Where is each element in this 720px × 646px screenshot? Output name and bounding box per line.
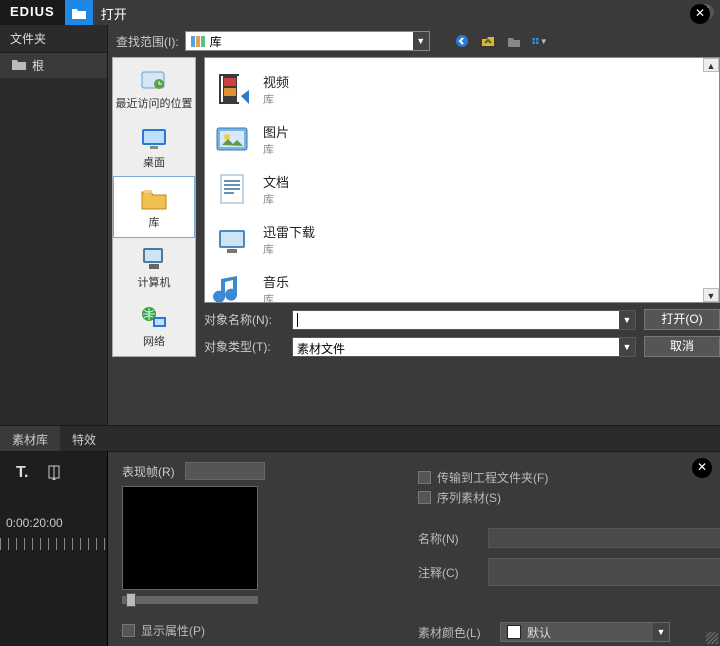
clipcolor-value: 默认 xyxy=(527,624,551,641)
item-name: 音乐 xyxy=(263,272,289,291)
place-label: 库 xyxy=(149,214,160,230)
list-item[interactable]: 视频库 xyxy=(209,64,715,114)
item-sub: 库 xyxy=(263,191,289,207)
list-item[interactable]: 图片库 xyxy=(209,114,715,164)
filename-combo[interactable]: ▼ xyxy=(292,310,636,330)
item-name: 文档 xyxy=(263,172,289,191)
repre-label: 表现帧(R) xyxy=(122,463,175,480)
timeline-ruler[interactable] xyxy=(0,538,108,550)
music-library-icon xyxy=(213,270,253,303)
file-list[interactable]: ▲ 视频库 图片库 文档库 迅雷下载库 xyxy=(204,57,720,303)
app-name: EDIUS xyxy=(0,0,65,25)
panel-close-button[interactable]: ✕ xyxy=(690,4,710,24)
nav-newfolder-icon[interactable] xyxy=(506,33,522,49)
place-label: 最近访问的位置 xyxy=(116,95,193,111)
color-swatch xyxy=(507,625,521,639)
nav-back-icon[interactable] xyxy=(454,33,470,49)
scroll-up-button[interactable]: ▲ xyxy=(703,58,719,72)
nav-up-icon[interactable] xyxy=(480,33,496,49)
place-desktop[interactable]: 桌面 xyxy=(113,117,195,176)
folder-icon xyxy=(12,58,26,73)
list-item[interactable]: 文档库 xyxy=(209,164,715,214)
dialog-title-bar: 打开 ✕ xyxy=(93,0,720,25)
lower-left-panel: T. 0:00:20:00 xyxy=(0,452,108,646)
bottom-tabs: 素材库 特效 xyxy=(0,425,720,451)
lower-panel: T. 0:00:20:00 ✕ 表现帧(R) 显示属性(P) xyxy=(0,451,720,646)
video-library-icon xyxy=(213,70,253,108)
item-name: 图片 xyxy=(263,122,289,141)
filetype-combo[interactable]: 素材文件 ▼ xyxy=(292,337,636,357)
place-computer[interactable]: 计算机 xyxy=(113,238,195,297)
show-attr-checkbox[interactable] xyxy=(122,624,135,637)
place-libraries[interactable]: 库 xyxy=(113,176,195,237)
place-recent[interactable]: 最近访问的位置 xyxy=(113,58,195,117)
sidebar-item-root[interactable]: 根 xyxy=(0,53,107,78)
comment-input[interactable] xyxy=(488,558,720,586)
marker-tool-icon[interactable] xyxy=(46,464,62,483)
tab-effects[interactable]: 特效 xyxy=(60,426,108,451)
item-name: 视频 xyxy=(263,72,289,91)
place-label: 网络 xyxy=(143,333,165,349)
chevron-down-icon[interactable]: ▼ xyxy=(413,32,429,50)
chevron-down-icon[interactable]: ▼ xyxy=(619,311,635,329)
open-button[interactable]: 打开(O) xyxy=(644,309,720,330)
sidebar-header: 文件夹 xyxy=(0,25,107,53)
open-dialog: 查找范围(I): 库 ▼ ▼ 最近访问的位置 xyxy=(108,25,720,425)
cancel-button[interactable]: 取消 xyxy=(644,336,720,357)
frame-slider[interactable] xyxy=(122,596,258,604)
places-bar: 最近访问的位置 桌面 库 计算机 网络 xyxy=(112,57,196,357)
nav-views-icon[interactable]: ▼ xyxy=(532,33,548,49)
sidebar-item-label: 根 xyxy=(32,57,44,74)
list-item[interactable]: 迅雷下载库 xyxy=(209,214,715,264)
sequence-checkbox[interactable] xyxy=(418,491,431,504)
documents-library-icon xyxy=(213,170,253,208)
dialog-title: 打开 xyxy=(101,7,127,22)
item-sub: 库 xyxy=(263,91,289,107)
filetype-label: 对象类型(T): xyxy=(204,338,284,355)
scroll-down-button[interactable]: ▼ xyxy=(703,288,719,302)
lookin-value: 库 xyxy=(210,33,222,50)
name-input[interactable] xyxy=(488,528,720,548)
library-icon xyxy=(190,34,206,48)
timecode: 0:00:20:00 xyxy=(6,516,63,530)
nav-icon-bar: ▼ xyxy=(454,33,548,49)
text-cursor xyxy=(297,313,298,327)
repre-input[interactable] xyxy=(185,462,265,480)
list-item[interactable]: 音乐库 xyxy=(209,264,715,303)
transfer-label: 传输到工程文件夹(F) xyxy=(437,469,548,486)
filetype-value: 素材文件 xyxy=(297,342,345,356)
item-name: 迅雷下载 xyxy=(263,222,315,241)
clipcolor-combo[interactable]: 默认 ▼ xyxy=(500,622,670,642)
place-label: 桌面 xyxy=(143,154,165,170)
name-label: 名称(N) xyxy=(418,530,478,547)
item-sub: 库 xyxy=(263,241,315,257)
clipcolor-label: 素材颜色(L) xyxy=(418,624,490,641)
filename-label: 对象名称(N): xyxy=(204,311,284,328)
transfer-checkbox[interactable] xyxy=(418,471,431,484)
sequence-label: 序列素材(S) xyxy=(437,489,501,506)
downloads-library-icon xyxy=(213,220,253,258)
pictures-library-icon xyxy=(213,120,253,158)
folder-sidebar: 文件夹 根 xyxy=(0,25,108,425)
text-tool-icon[interactable]: T. xyxy=(16,464,28,483)
lookin-combo[interactable]: 库 ▼ xyxy=(185,31,430,51)
show-attr-label: 显示属性(P) xyxy=(141,622,205,639)
item-sub: 库 xyxy=(263,291,289,304)
resize-grip[interactable] xyxy=(706,632,718,644)
chevron-down-icon[interactable]: ▼ xyxy=(619,338,635,356)
folder-open-icon[interactable] xyxy=(65,0,93,25)
item-sub: 库 xyxy=(263,141,289,157)
chevron-down-icon[interactable]: ▼ xyxy=(653,623,669,641)
tab-clip-library[interactable]: 素材库 xyxy=(0,426,60,451)
place-network[interactable]: 网络 xyxy=(113,297,195,356)
slider-thumb[interactable] xyxy=(126,593,136,607)
place-label: 计算机 xyxy=(138,274,171,290)
preview-box xyxy=(122,486,258,590)
comment-label: 注释(C) xyxy=(418,564,478,581)
lookin-label: 查找范围(I): xyxy=(116,33,179,50)
